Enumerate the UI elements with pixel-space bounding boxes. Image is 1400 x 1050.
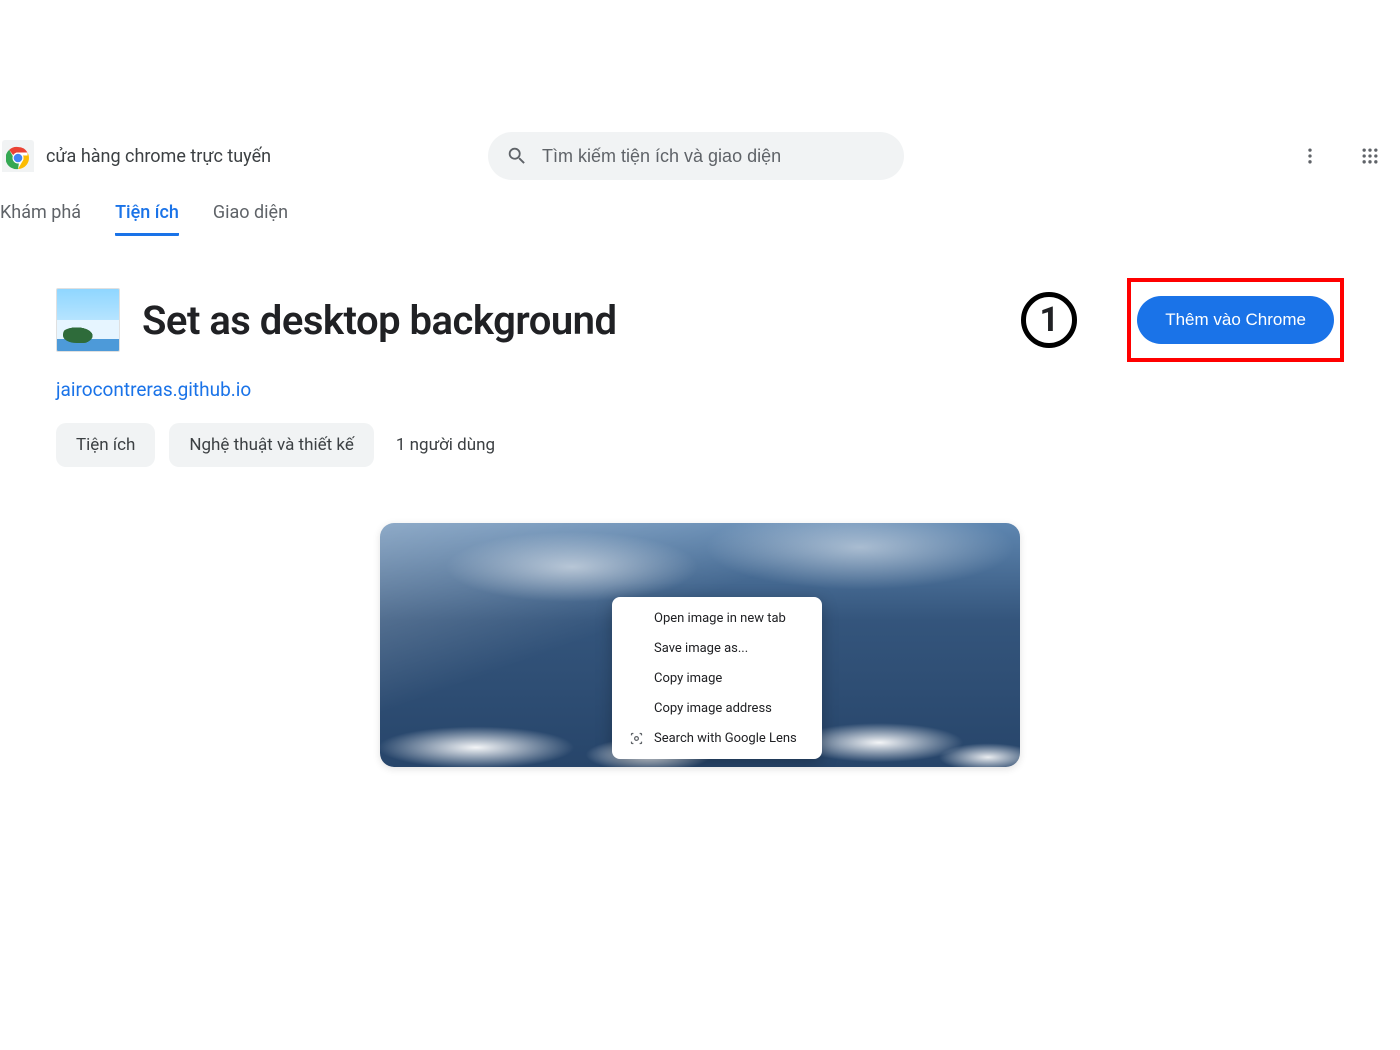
ctx-open-new-tab[interactable]: Open image in new tab [612, 603, 822, 633]
ctx-label: Copy image address [654, 701, 772, 716]
extension-icon [56, 288, 120, 352]
store-header: cửa hàng chrome trực tuyến [0, 128, 1400, 184]
ctx-save-image-as[interactable]: Save image as... [612, 633, 822, 663]
ctx-label: Search with Google Lens [654, 731, 797, 746]
add-to-chrome-button[interactable]: Thêm vào Chrome [1137, 296, 1334, 344]
search-icon [506, 145, 528, 167]
user-count: 1 người dùng [396, 435, 495, 455]
extension-header: Set as desktop background 1 Thêm vào Chr… [0, 236, 1400, 362]
context-menu: Open image in new tab Save image as... C… [612, 597, 822, 759]
more-menu-button[interactable] [1290, 136, 1330, 176]
ctx-label: Save image as... [654, 641, 748, 656]
ctx-copy-image-address[interactable]: Copy image address [612, 693, 822, 723]
chip-category[interactable]: Nghệ thuật và thiết kế [169, 423, 373, 467]
extension-title: Set as desktop background [142, 297, 617, 344]
blank-icon [628, 610, 644, 626]
tab-discover[interactable]: Khám phá [0, 202, 81, 236]
chrome-webstore-logo-icon [2, 140, 34, 172]
ctx-label: Copy image [654, 671, 722, 686]
annotation-highlight-box: Thêm vào Chrome [1127, 278, 1344, 362]
tab-extensions[interactable]: Tiện ích [115, 202, 179, 236]
ctx-copy-image[interactable]: Copy image [612, 663, 822, 693]
extension-screenshot: Open image in new tab Save image as... C… [380, 523, 1020, 767]
developer-link[interactable]: jairocontreras.github.io [56, 378, 251, 401]
ctx-search-google-lens[interactable]: Search with Google Lens [612, 723, 822, 753]
chip-type[interactable]: Tiện ích [56, 423, 155, 467]
google-lens-icon [628, 730, 644, 746]
store-brand[interactable]: cửa hàng chrome trực tuyến [2, 140, 282, 172]
blank-icon [628, 640, 644, 656]
tab-themes[interactable]: Giao diện [213, 202, 288, 236]
ctx-label: Open image in new tab [654, 611, 786, 626]
apps-grid-button[interactable] [1350, 136, 1390, 176]
store-title: cửa hàng chrome trực tuyến [46, 146, 271, 167]
search-input[interactable] [542, 146, 886, 167]
nav-tabs: Khám phá Tiện ích Giao diện [0, 184, 1400, 236]
blank-icon [628, 670, 644, 686]
extension-meta: jairocontreras.github.io Tiện ích Nghệ t… [0, 362, 1400, 467]
annotation-step-1: 1 [1021, 292, 1077, 348]
search-bar[interactable] [488, 132, 904, 180]
blank-icon [628, 700, 644, 716]
